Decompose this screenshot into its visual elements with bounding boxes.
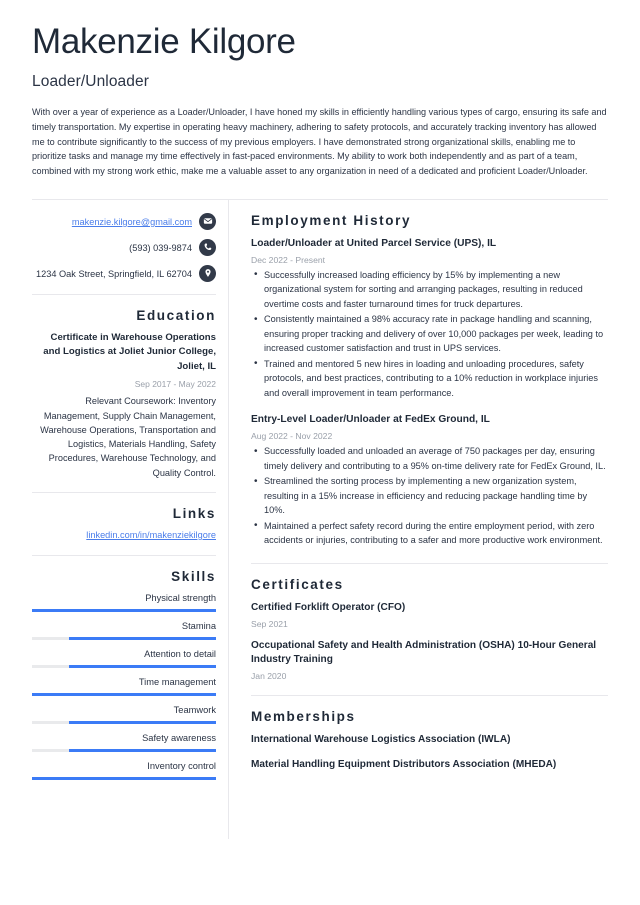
skill-item: Physical strength [32, 592, 216, 612]
employment-history-block: Employment History Loader/Unloader at Un… [251, 200, 608, 564]
skill-level-fill [68, 720, 216, 724]
skill-item: Teamwork [32, 704, 216, 724]
skill-item: Inventory control [32, 760, 216, 780]
employment-entry: Entry-Level Loader/Unloader at FedEx Gro… [251, 413, 608, 548]
resume-body-columns: makenzie.kilgore@gmail.com (593) 039-987… [32, 198, 608, 839]
jobs-list: Loader/Unloader at United Parcel Service… [251, 237, 608, 548]
employment-title: Entry-Level Loader/Unloader at FedEx Gro… [251, 414, 490, 426]
employment-date: Aug 2022 - Nov 2022 [251, 431, 333, 442]
sidebar-column: makenzie.kilgore@gmail.com (593) 039-987… [32, 199, 229, 839]
links-heading: Links [172, 505, 216, 521]
skill-level-bar [32, 692, 216, 696]
links-block: Links linkedin.com/in/makenziekilgore [32, 493, 216, 556]
employment-bullet: Successfully loaded and unloaded an aver… [251, 444, 608, 473]
skills-list: Physical strength Stamina Attention to det… [32, 592, 216, 780]
phone-icon [199, 238, 216, 256]
employment-bullet: Streamlined the sorting process by imple… [251, 474, 608, 518]
contact-row-address[interactable]: 1234 Oak Street, Springfield, IL 62704 [32, 264, 216, 282]
skill-level-fill [68, 664, 216, 668]
email-value[interactable]: makenzie.kilgore@gmail.com [72, 213, 192, 230]
skill-level-bar [32, 664, 216, 668]
memberships-list: International Warehouse Logistics Associ… [251, 733, 608, 773]
education-description: Relevant Coursework: Inventory Managemen… [40, 396, 216, 478]
skill-level-fill [32, 608, 216, 612]
education-heading: Education [136, 307, 216, 323]
skills-heading: Skills [171, 568, 216, 584]
envelope-icon [199, 212, 216, 230]
skill-level-bar [32, 720, 216, 724]
skill-label: Attention to detail [144, 648, 216, 659]
candidate-job-title: Loader/Unloader [32, 73, 149, 91]
skill-item: Safety awareness [32, 732, 216, 752]
certificate-entry: Certified Forklift Operator (CFO) Sep 202… [251, 601, 608, 629]
memberships-heading: Memberships [251, 708, 356, 724]
phone-value: (593) 039-9874 [129, 242, 192, 253]
skills-block: Skills Physical strength Stamina Attention… [32, 556, 216, 800]
skill-label: Time management [138, 676, 216, 687]
certificate-entry: Occupational Safety and Health Administr… [251, 639, 608, 681]
employment-entry: Loader/Unloader at United Parcel Service… [251, 237, 608, 401]
skill-label: Physical strength [145, 592, 216, 603]
skill-level-fill [32, 692, 216, 696]
education-date: Sep 2017 - May 2022 [134, 378, 216, 389]
skill-label: Stamina [181, 620, 216, 631]
skill-level-fill [32, 776, 216, 780]
contact-row-phone[interactable]: (593) 039-9874 [32, 238, 216, 256]
skill-level-bar [32, 608, 216, 612]
membership-entry: Material Handling Equipment Distributors… [251, 759, 557, 771]
candidate-name: Makenzie Kilgore [32, 22, 296, 61]
certificates-list: Certified Forklift Operator (CFO) Sep 202… [251, 601, 608, 681]
professional-summary: With over a year of experience as a Load… [32, 107, 607, 177]
employment-bullets: Successfully loaded and unloaded an aver… [251, 444, 608, 548]
employment-bullet: Successfully increased loading efficienc… [251, 267, 608, 312]
certificates-block: Certificates Certified Forklift Operator… [251, 564, 608, 696]
certificate-name: Occupational Safety and Health Administr… [251, 639, 597, 666]
employment-date: Dec 2022 - Present [251, 254, 326, 265]
skill-label: Safety awareness [142, 732, 216, 743]
skill-level-bar [32, 748, 216, 752]
employment-bullet: Maintained a perfect safety record durin… [251, 518, 608, 548]
address-value: 1234 Oak Street, Springfield, IL 62704 [36, 268, 192, 279]
main-column: Employment History Loader/Unloader at Un… [229, 200, 608, 839]
skill-level-fill [68, 748, 216, 752]
skill-label: Inventory control [147, 760, 216, 771]
skill-level-bar [32, 776, 216, 780]
skill-item: Stamina [32, 620, 216, 640]
contact-details-block: makenzie.kilgore@gmail.com (593) 039-987… [32, 200, 216, 295]
resume-header: Makenzie Kilgore Loader/Unloader With ov… [32, 0, 608, 193]
skill-item: Attention to detail [32, 648, 216, 668]
certificate-name: Certified Forklift Operator (CFO) [251, 601, 406, 613]
education-entry: Certificate in Warehouse Operations and … [32, 331, 216, 480]
education-block: Education Certificate in Warehouse Opera… [32, 295, 216, 493]
skill-item: Time management [32, 676, 216, 696]
employment-bullet: Consistently maintained a 98% accuracy r… [251, 312, 608, 356]
resume-page: Makenzie Kilgore Loader/Unloader With ov… [0, 0, 640, 905]
skill-level-bar [32, 636, 216, 640]
employment-bullet: Trained and mentored 5 new hires in load… [251, 356, 608, 401]
certificates-heading: Certificates [251, 576, 344, 592]
link-item-linkedin[interactable]: linkedin.com/in/makenziekilgore [32, 529, 216, 543]
certificate-date: Sep 2021 [251, 618, 288, 629]
skill-level-fill [68, 636, 216, 640]
education-title: Certificate in Warehouse Operations and … [43, 331, 216, 372]
employment-history-heading: Employment History [251, 212, 412, 228]
certificate-date: Jan 2020 [251, 670, 287, 681]
employment-title: Loader/Unloader at United Parcel Service… [251, 237, 497, 249]
skill-label: Teamwork [173, 704, 216, 715]
contact-row-email[interactable]: makenzie.kilgore@gmail.com [32, 212, 216, 230]
employment-bullets: Successfully increased loading efficienc… [251, 267, 608, 401]
location-pin-icon [199, 264, 216, 282]
memberships-block: Memberships International Warehouse Logi… [251, 696, 608, 787]
membership-entry: International Warehouse Logistics Associ… [251, 733, 511, 745]
